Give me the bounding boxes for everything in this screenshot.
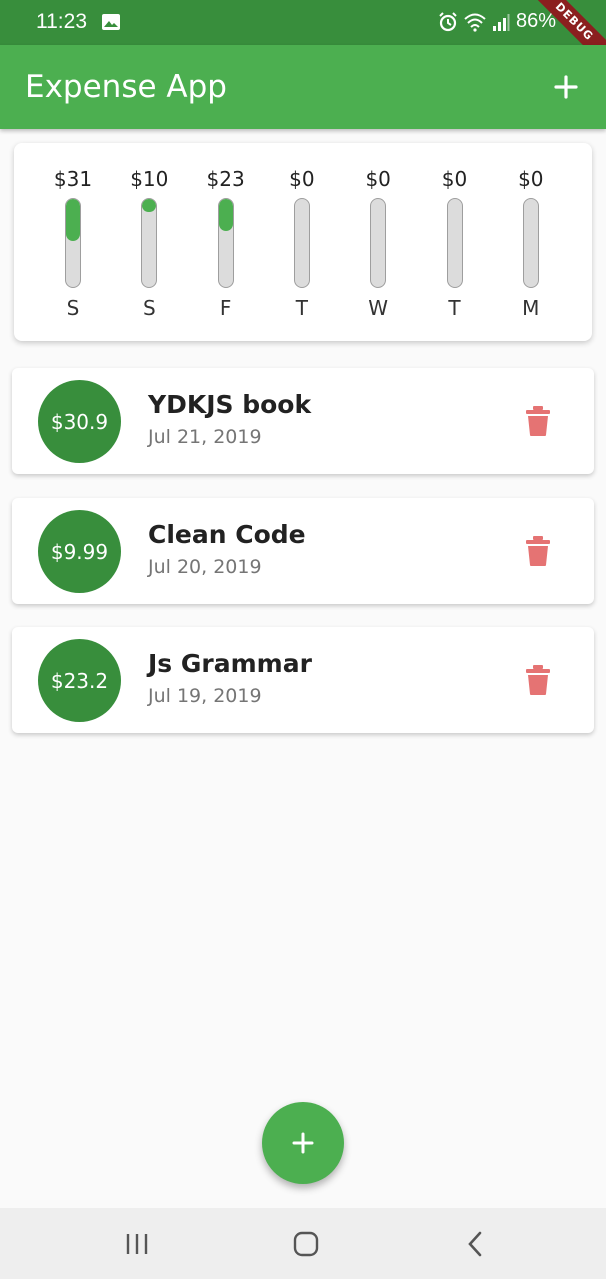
- chart-bar-fill: [142, 199, 157, 213]
- transaction-amount: $30.9: [50, 409, 109, 434]
- transaction-date: Jul 19, 2019: [148, 685, 262, 707]
- system-navigation-bar: [0, 1208, 606, 1279]
- chart-bar-amount: $0: [518, 167, 544, 191]
- chart-bar-day: S: [66, 296, 80, 320]
- transaction-title: Js Grammar: [148, 649, 312, 678]
- delete-icon[interactable]: [524, 664, 552, 696]
- transaction-amount: $23.2: [50, 668, 109, 693]
- chart-bar-fill: [66, 199, 80, 242]
- chart-bar-track: [293, 198, 310, 288]
- chart-bar-amount: $0: [441, 167, 468, 191]
- plus-icon[interactable]: [548, 69, 584, 105]
- chart-bar-day: W: [368, 296, 389, 320]
- app-title: Expense App: [25, 69, 227, 105]
- wifi-icon: [464, 13, 486, 32]
- delete-icon[interactable]: [524, 535, 552, 567]
- status-bar: 11:23 86% DEBUG: [0, 0, 606, 70]
- chart-bar-day: M: [522, 296, 540, 320]
- chart-bar-day: T: [448, 296, 461, 320]
- chart-bar-track: [217, 198, 234, 288]
- transaction-amount-avatar: $30.9: [38, 380, 121, 463]
- add-transaction-button[interactable]: [262, 1102, 344, 1184]
- chart-bar-track: [141, 198, 158, 288]
- chart-bar-amount: $31: [53, 167, 93, 191]
- alarm-icon: [439, 11, 457, 31]
- chart-bar-track: [522, 198, 539, 288]
- back-icon[interactable]: [461, 1230, 491, 1258]
- chart-bar-amount: $10: [130, 167, 169, 191]
- chart-bar-amount: $0: [289, 167, 315, 191]
- transaction-card[interactable]: $9.99 Clean Code Jul 20, 2019: [12, 498, 594, 604]
- chart-bar-fill: [218, 199, 233, 231]
- status-time: 11:23: [36, 10, 87, 33]
- transaction-title: YDKJS book: [148, 390, 312, 419]
- recent-apps-icon[interactable]: [122, 1230, 152, 1258]
- transaction-date: Jul 20, 2019: [148, 556, 262, 578]
- transaction-amount: $9.99: [50, 539, 109, 564]
- chart-bar-track: [446, 198, 463, 288]
- chart-bar-amount: $23: [206, 167, 245, 191]
- chart-bar-day: F: [219, 296, 232, 320]
- image-notification-icon: [102, 14, 120, 30]
- transaction-amount-avatar: $9.99: [38, 510, 121, 593]
- transaction-card[interactable]: $23.2 Js Grammar Jul 19, 2019: [12, 627, 594, 733]
- transaction-card[interactable]: $30.9 YDKJS book Jul 21, 2019: [12, 368, 594, 474]
- chart-bar-day: T: [295, 296, 308, 320]
- chart-bar-track: [65, 198, 81, 288]
- chart-bar-track: [370, 198, 387, 288]
- home-icon[interactable]: [291, 1230, 321, 1258]
- delete-icon[interactable]: [524, 405, 552, 437]
- app-bar: Expense App: [0, 45, 606, 129]
- chart-bar-day: S: [142, 296, 156, 320]
- weekly-chart-card: $31 S $10 S $23 F $0 T $0 W $0 T $0 M: [14, 143, 592, 341]
- transaction-amount-avatar: $23.2: [38, 639, 121, 722]
- plus-icon: [292, 1132, 314, 1154]
- signal-icon: [492, 13, 510, 31]
- transaction-date: Jul 21, 2019: [148, 426, 262, 448]
- transaction-title: Clean Code: [148, 520, 306, 549]
- chart-bar-amount: $0: [365, 167, 391, 191]
